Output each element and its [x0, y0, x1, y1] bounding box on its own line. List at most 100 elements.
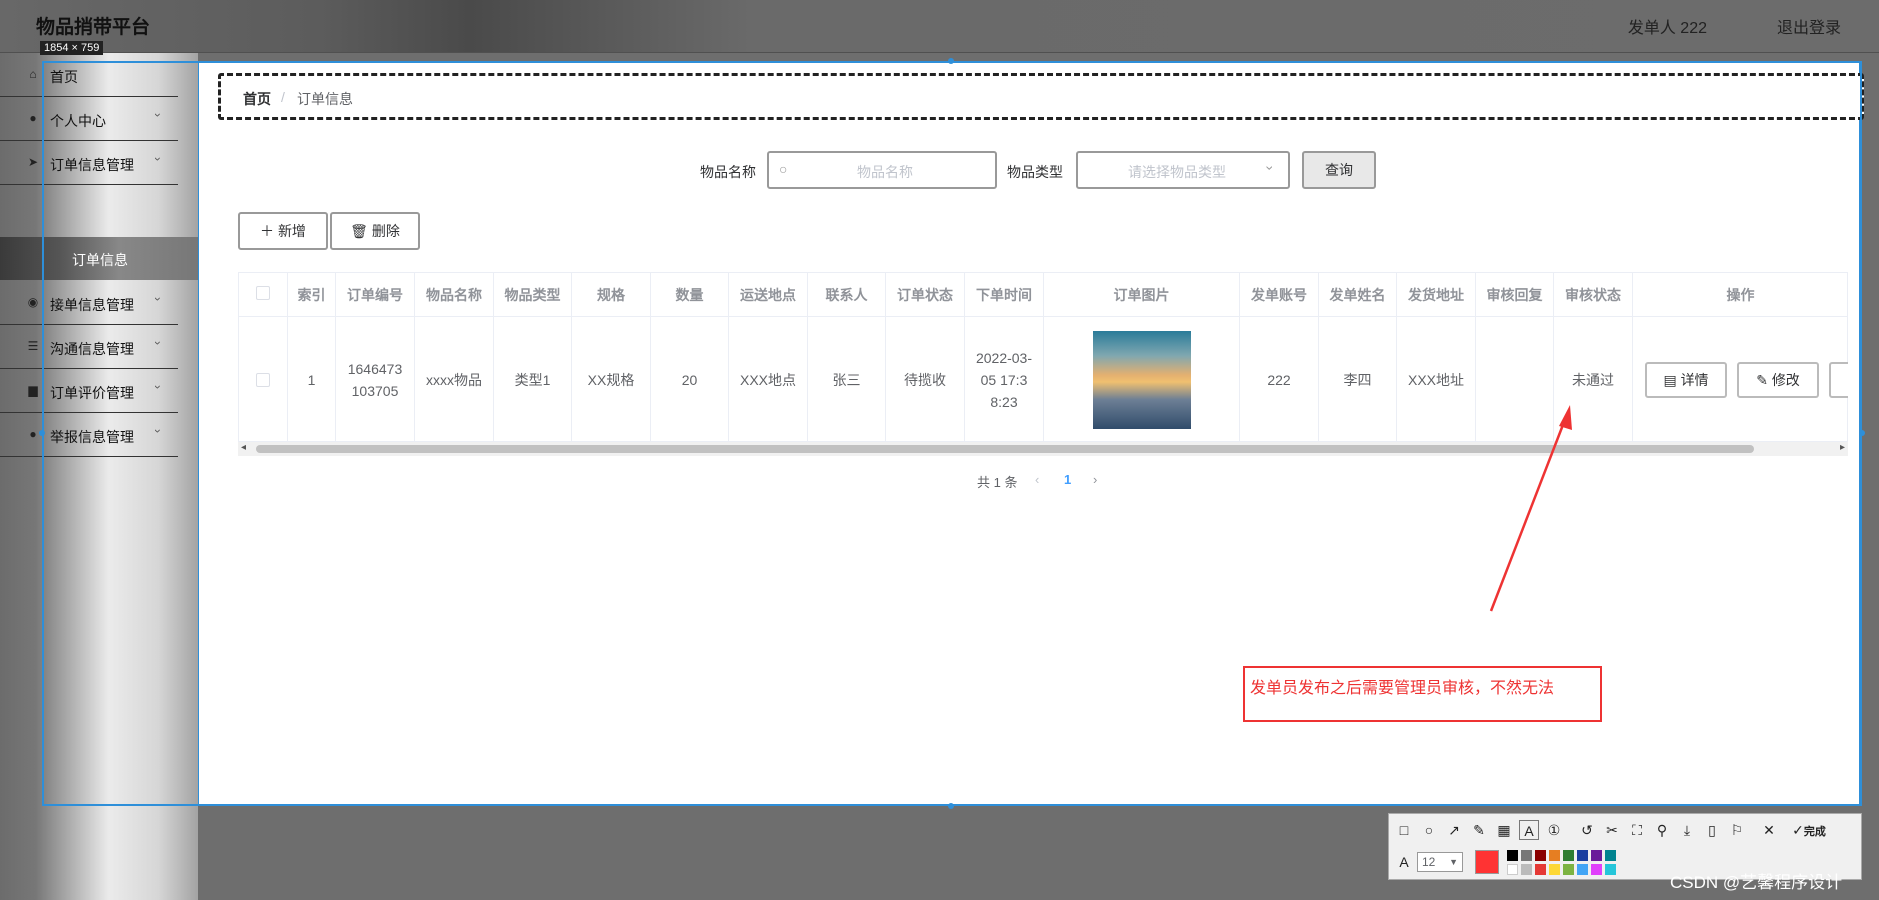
detail-button[interactable]: ▤ 详情 — [1645, 362, 1727, 398]
order-image-cell — [1044, 317, 1240, 443]
chevron-down-icon: › — [151, 113, 165, 117]
sidebar-item-personal[interactable]: ● 个人中心 › — [0, 97, 178, 141]
pencil-icon: ✎ — [1756, 372, 1772, 388]
annotation-text: 发单员发布之后需要管理员审核，不然无法 — [1250, 680, 1555, 697]
user-label: 发单人 222 — [1627, 20, 1707, 37]
color-swatch[interactable] — [1605, 850, 1616, 861]
table-header: 物品名称 — [415, 273, 494, 317]
breadcrumb-home[interactable]: 首页 — [243, 89, 271, 109]
number-icon[interactable]: ① — [1544, 820, 1564, 840]
resize-handle[interactable] — [1859, 430, 1865, 436]
more-button[interactable] — [1829, 362, 1848, 398]
page-number[interactable]: 1 — [1064, 472, 1071, 487]
operations-cell: ▤ 详情 ✎ 修改 — [1633, 317, 1848, 443]
app-title: 物品捎带平台 — [36, 17, 151, 38]
circle-icon[interactable]: ○ — [1419, 820, 1439, 840]
mosaic-icon[interactable]: ▦ — [1494, 820, 1514, 840]
prev-page-icon[interactable]: ‹ — [1035, 472, 1039, 487]
color-swatch[interactable] — [1507, 864, 1518, 875]
font-size-select[interactable]: 12 ▼ — [1417, 852, 1463, 872]
send-icon: ➤ — [27, 155, 39, 169]
color-swatch[interactable] — [1591, 864, 1602, 875]
delete-button[interactable]: 🗑 删除 — [330, 212, 420, 250]
color-swatch[interactable] — [1563, 864, 1574, 875]
orders-table: 索引 订单编号 物品名称 物品类型 规格 数量 运送地点 联系人 订单状态 下单… — [238, 272, 1848, 443]
check-icon: ✓ — [1792, 822, 1804, 838]
breadcrumb-current: 订单信息 — [297, 91, 353, 107]
sidebar-item-home[interactable]: ⌂ 首页 — [0, 53, 178, 97]
table-cell: 222 — [1240, 317, 1319, 443]
scan-icon[interactable]: ⛶ — [1627, 820, 1647, 840]
table-header: 操作 — [1633, 273, 1848, 317]
logout-link[interactable]: 退出登录 — [1777, 14, 1841, 38]
arrow-icon[interactable]: ↗ — [1444, 820, 1464, 840]
resize-handle[interactable] — [39, 430, 45, 436]
color-swatch[interactable] — [1535, 850, 1546, 861]
pen-icon[interactable]: ✎ — [1469, 820, 1489, 840]
document-icon: ▤ — [1663, 372, 1681, 388]
current-color-swatch[interactable] — [1475, 850, 1499, 874]
download-icon[interactable]: ⤓ — [1677, 820, 1697, 840]
color-swatch[interactable] — [1535, 864, 1546, 875]
item-type-label: 物品类型 — [1007, 164, 1063, 180]
sidebar-item-label: 沟通信息管理 — [50, 341, 134, 357]
text-icon[interactable]: A — [1519, 820, 1539, 840]
order-image[interactable] — [1092, 331, 1191, 429]
location-icon: ◉ — [27, 295, 39, 309]
item-name-input[interactable]: ○ 物品名称 — [767, 151, 997, 189]
query-button[interactable]: 查询 — [1302, 151, 1376, 189]
chevron-down-icon: › — [151, 297, 165, 301]
table-header: 发单账号 — [1240, 273, 1319, 317]
sidebar-item-communication[interactable]: ☰ 沟通信息管理 › — [0, 325, 178, 369]
table-header: 订单图片 — [1044, 273, 1240, 317]
color-swatch[interactable] — [1577, 850, 1588, 861]
done-button[interactable]: ✓完成 — [1784, 820, 1834, 840]
document-icon: ▆ — [28, 383, 38, 397]
device-icon[interactable]: ▯ — [1702, 820, 1722, 840]
color-swatch[interactable] — [1591, 850, 1602, 861]
scroll-left-icon[interactable]: ◂ — [241, 442, 246, 453]
rectangle-icon[interactable]: □ — [1394, 820, 1414, 840]
sidebar-subitem-order-info[interactable]: 订单信息 — [0, 237, 198, 280]
color-swatch[interactable] — [1521, 850, 1532, 861]
resize-handle[interactable] — [948, 58, 954, 64]
sidebar-item-review[interactable]: ▆ 订单评价管理 › — [0, 369, 178, 413]
sidebar-item-report[interactable]: ● 举报信息管理 › — [0, 413, 178, 457]
cut-icon[interactable]: ✂ — [1602, 820, 1622, 840]
audit-status-cell: 未通过 — [1554, 317, 1633, 443]
color-swatch[interactable] — [1563, 850, 1574, 861]
color-swatch[interactable] — [1605, 864, 1616, 875]
add-button[interactable]: ＋ 新增 — [238, 212, 328, 250]
table-header: 审核状态 — [1554, 273, 1633, 317]
chevron-down-icon: › — [151, 429, 165, 433]
select-all-checkbox[interactable] — [256, 286, 270, 300]
scroll-right-icon[interactable]: ▸ — [1840, 442, 1845, 453]
color-swatch[interactable] — [1507, 850, 1518, 861]
next-page-icon[interactable]: › — [1093, 472, 1097, 487]
home-icon: ⌂ — [29, 67, 37, 81]
item-type-select[interactable]: 请选择物品类型 › — [1076, 151, 1290, 189]
table-cell: XX规格 — [572, 317, 651, 443]
sidebar-item-orders[interactable]: ➤ 订单信息管理 › — [0, 141, 178, 185]
undo-icon[interactable]: ↺ — [1577, 820, 1597, 840]
bookmark-icon[interactable]: ⚐ — [1727, 820, 1747, 840]
item-name-placeholder: 物品名称 — [857, 164, 913, 180]
close-icon[interactable]: ✕ — [1759, 820, 1779, 840]
resize-handle[interactable] — [948, 803, 954, 809]
table-cell: 类型1 — [494, 317, 572, 443]
table-cell: 20 — [651, 317, 729, 443]
pagination-total: 共 1 条 — [977, 475, 1018, 490]
sidebar-item-accept[interactable]: ◉ 接单信息管理 › — [0, 281, 178, 325]
table-cell: 李四 — [1319, 317, 1397, 443]
color-swatch[interactable] — [1577, 864, 1588, 875]
row-checkbox[interactable] — [256, 373, 270, 387]
breadcrumb-separator: / — [281, 89, 285, 105]
scrollbar-thumb[interactable] — [256, 445, 1754, 453]
table-horizontal-scrollbar[interactable]: ◂ ▸ — [238, 442, 1848, 456]
color-swatch[interactable] — [1549, 850, 1560, 861]
item-type-placeholder: 请选择物品类型 — [1128, 164, 1226, 180]
color-swatch[interactable] — [1549, 864, 1560, 875]
edit-button[interactable]: ✎ 修改 — [1737, 362, 1819, 398]
pin-icon[interactable]: ⚲ — [1652, 820, 1672, 840]
color-swatch[interactable] — [1521, 864, 1532, 875]
